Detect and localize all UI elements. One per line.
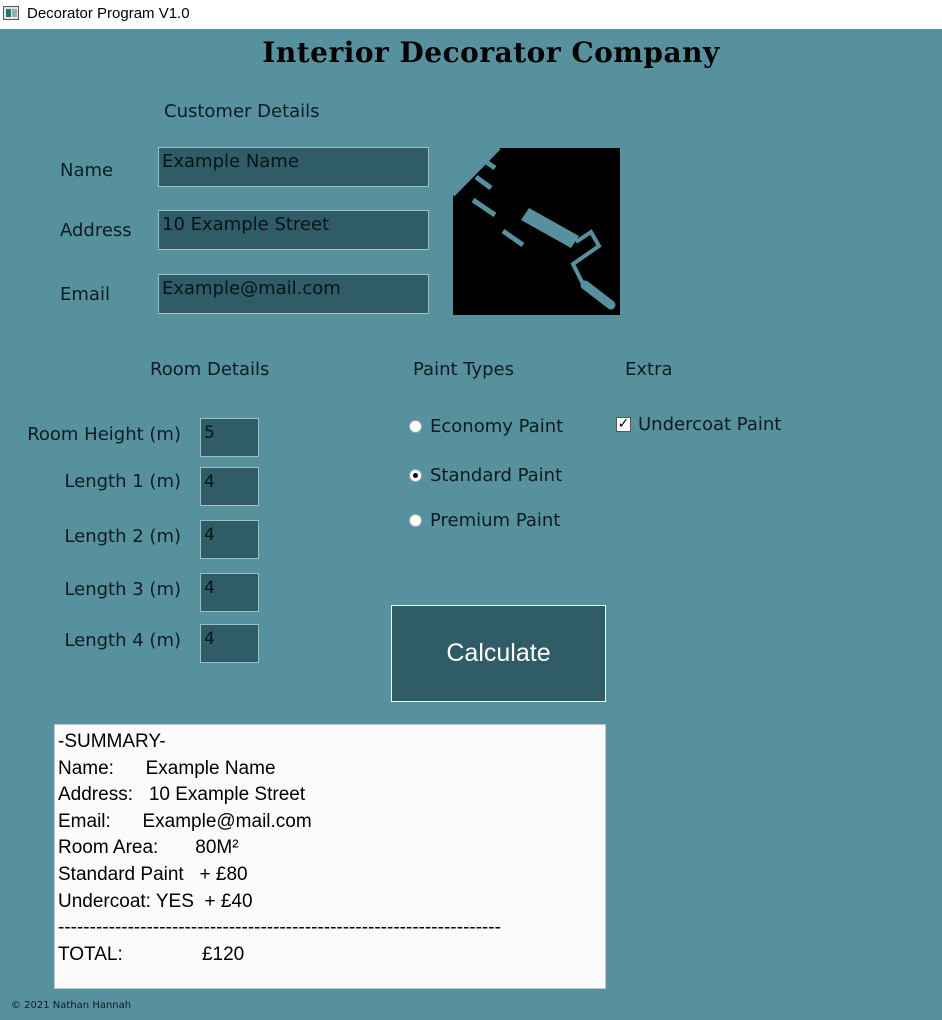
calculate-button-label: Calculate <box>446 639 551 667</box>
summary-divider: ----------------------------------------… <box>58 917 501 939</box>
window-title: Decorator Program V1.0 <box>27 5 190 22</box>
summary-undercoat-line: Undercoat: YES + £40 <box>58 890 253 912</box>
summary-area-line: Room Area: 80M² <box>58 837 239 859</box>
window-titlebar: Decorator Program V1.0 <box>0 0 942 29</box>
summary-heading: -SUMMARY- <box>58 731 166 752</box>
email-label: Email <box>60 284 110 305</box>
summary-textbox[interactable]: -SUMMARY- Name: Example Name Address: 10… <box>54 724 606 989</box>
length-2-label: Length 2 (m) <box>64 526 181 547</box>
premium-paint-label[interactable]: Premium Paint <box>430 510 560 531</box>
undercoat-label[interactable]: Undercoat Paint <box>638 414 781 435</box>
address-label: Address <box>60 220 132 241</box>
name-field[interactable]: Example Name <box>158 147 429 187</box>
summary-name-line: Name: Example Name <box>58 757 276 779</box>
length-1-field[interactable]: 4 <box>200 467 259 506</box>
length-1-label: Length 1 (m) <box>64 471 181 492</box>
address-field[interactable]: 10 Example Street <box>158 210 429 250</box>
standard-paint-label[interactable]: Standard Paint <box>430 465 562 486</box>
summary-paint-line: Standard Paint + £80 <box>58 863 248 885</box>
paint-roller-icon <box>453 148 620 315</box>
app-icon <box>3 6 19 20</box>
length-3-label: Length 3 (m) <box>64 579 181 600</box>
undercoat-checkbox[interactable]: ✓ <box>616 417 631 432</box>
length-3-field[interactable]: 4 <box>200 573 259 612</box>
paint-types-heading: Paint Types <box>413 359 514 380</box>
name-label: Name <box>60 160 114 181</box>
customer-details-heading: Customer Details <box>164 101 320 122</box>
economy-paint-radio[interactable] <box>409 420 422 433</box>
length-2-field[interactable]: 4 <box>200 520 259 559</box>
copyright-notice: © 2021 Nathan Hannah <box>11 1000 132 1011</box>
email-field[interactable]: Example@mail.com <box>158 274 429 314</box>
app-heading: Interior Decorator Company <box>262 36 720 69</box>
calculate-button[interactable]: Calculate <box>391 605 606 702</box>
extra-heading: Extra <box>625 359 673 380</box>
checkmark-icon: ✓ <box>617 416 630 432</box>
length-4-label: Length 4 (m) <box>64 630 181 651</box>
summary-address-line: Address: 10 Example Street <box>58 784 306 806</box>
room-height-field[interactable]: 5 <box>200 418 259 457</box>
room-details-heading: Room Details <box>150 359 270 380</box>
standard-paint-radio[interactable] <box>409 469 422 482</box>
length-4-field[interactable]: 4 <box>200 624 259 663</box>
summary-email-line: Email: Example@mail.com <box>58 810 312 832</box>
premium-paint-radio[interactable] <box>409 514 422 527</box>
room-height-label: Room Height (m) <box>27 424 181 445</box>
summary-total-line: TOTAL: £120 <box>58 943 245 965</box>
economy-paint-label[interactable]: Economy Paint <box>430 416 563 437</box>
